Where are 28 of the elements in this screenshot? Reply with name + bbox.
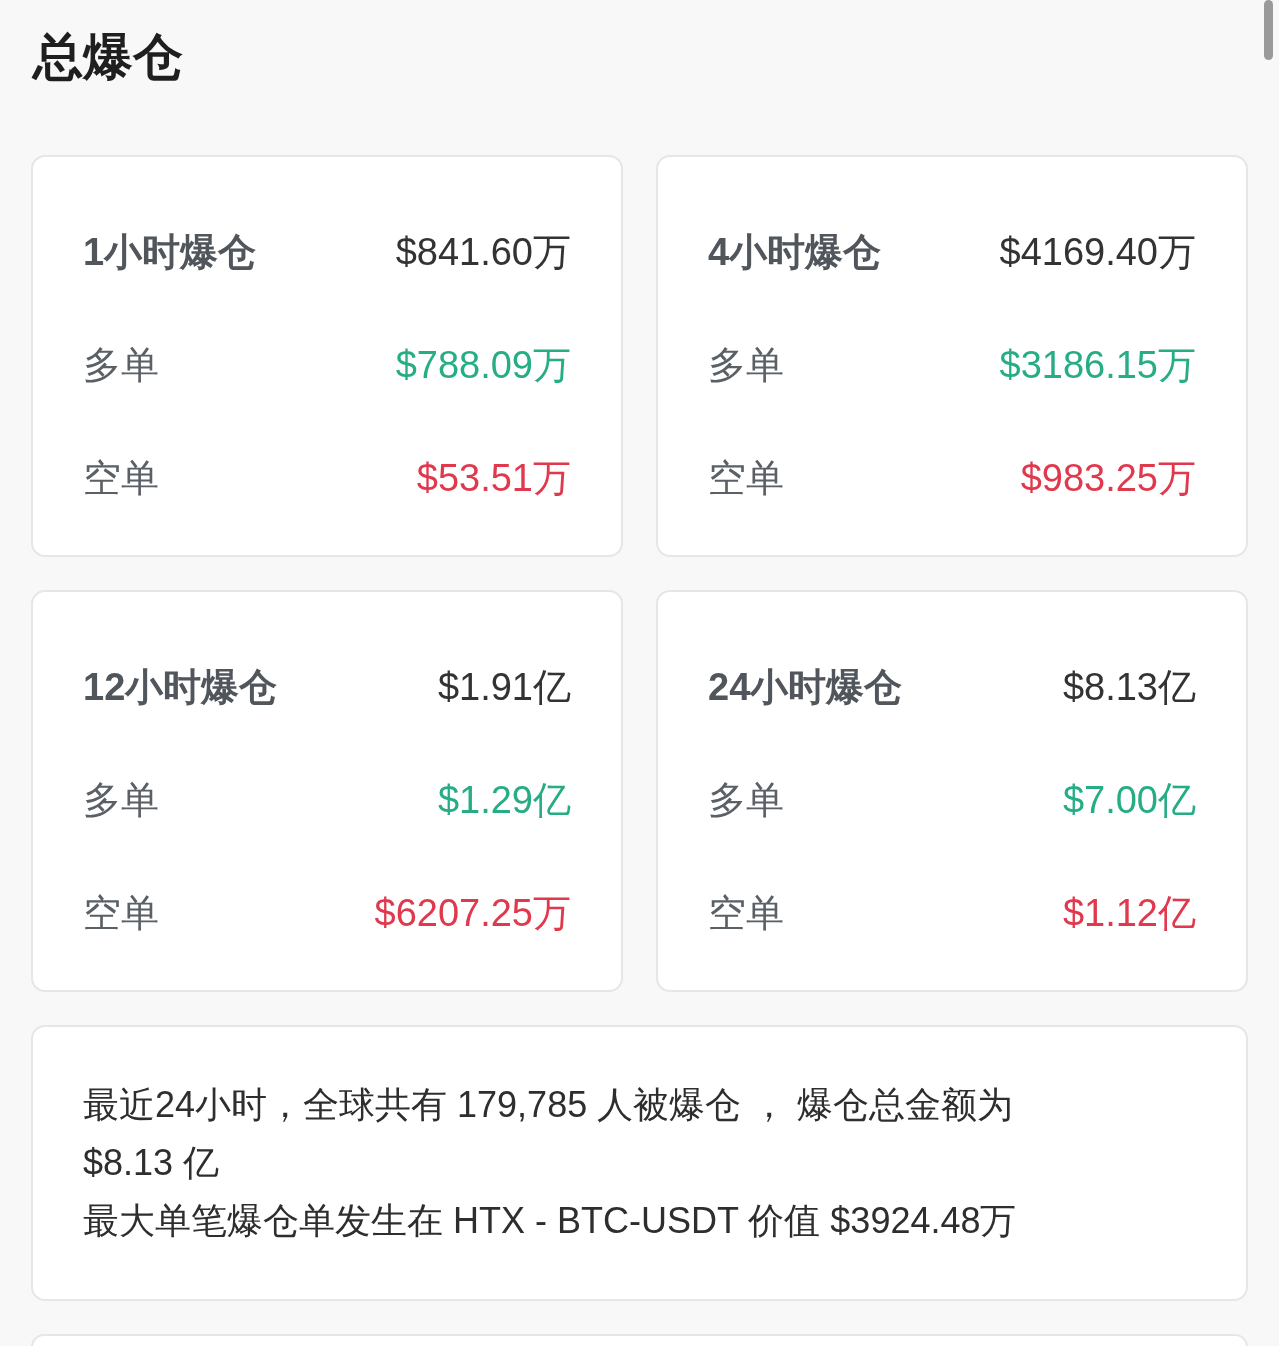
short-label: 空单: [83, 891, 159, 936]
long-label: 多单: [83, 778, 159, 823]
long-amount: $3186.15万: [999, 343, 1196, 388]
total-amount: $8.13亿: [1062, 665, 1196, 710]
short-amount: $983.25万: [1020, 456, 1196, 501]
short-label: 空单: [708, 891, 784, 936]
long-amount: $1.29亿: [437, 778, 571, 823]
period-label: 1小时爆仓: [83, 230, 257, 275]
summary-text: 最近24小时，全球共有 179,785 人被爆仓 ， 爆仓总金额为 $8.13 亿: [83, 1083, 1015, 1185]
short-amount: $53.51万: [416, 456, 571, 501]
page-title: 总爆仓: [33, 28, 183, 87]
long-amount: $7.00亿: [1062, 778, 1196, 823]
short-label: 空单: [83, 456, 159, 501]
total-amount: $1.91亿: [437, 665, 571, 710]
long-label: 多单: [83, 343, 159, 388]
period-label: 24小时爆仓: [708, 665, 903, 710]
long-amount: $788.09万: [395, 343, 571, 388]
period-label: 4小时爆仓: [708, 230, 882, 275]
period-label: 12小时爆仓: [83, 665, 278, 710]
long-label: 多单: [708, 343, 784, 388]
long-label: 多单: [708, 778, 784, 823]
largest-liquidation-text: 最大单笔爆仓单发生在 HTX - BTC-USDT 价值 $3924.48万: [83, 1199, 1017, 1243]
total-amount: $4169.40万: [999, 230, 1196, 275]
short-amount: $6207.25万: [374, 891, 571, 936]
scrollbar[interactable]: [1264, 0, 1273, 60]
short-amount: $1.12亿: [1062, 891, 1196, 936]
total-amount: $841.60万: [395, 230, 571, 275]
short-label: 空单: [708, 456, 784, 501]
